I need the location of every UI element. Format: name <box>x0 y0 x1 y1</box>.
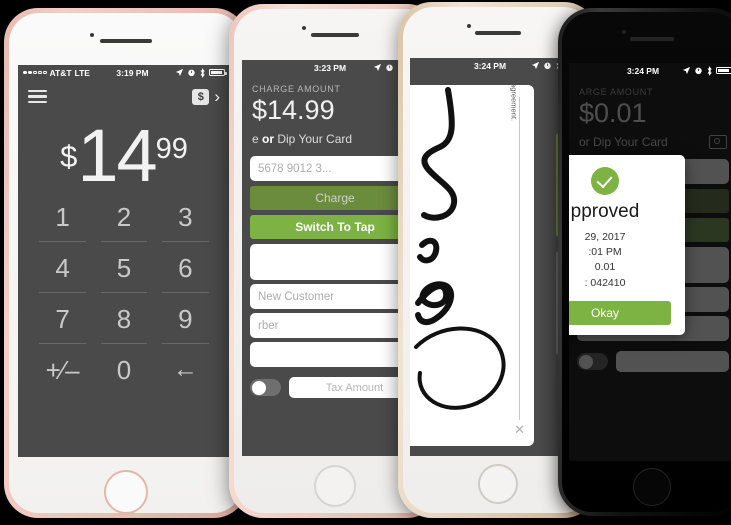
amount-integer: 14 <box>77 114 157 197</box>
phone-1-screen: AT&T LTE 3:19 PM $ › $ 14 99 1 2 3 4 5 6… <box>18 65 230 457</box>
key-5[interactable]: 5 <box>93 249 154 300</box>
amount-cents: 99 <box>155 133 188 165</box>
home-button[interactable] <box>633 468 671 506</box>
customer-input[interactable]: New Customer <box>250 284 420 309</box>
key-plus-minus[interactable]: +⁄– <box>32 351 93 402</box>
phone-4-approved: 3:24 PM ARGE AMOUNT $0.01 or Dip Your Ca… <box>558 8 731 516</box>
success-check-icon <box>591 167 619 195</box>
front-camera-icon <box>467 24 471 28</box>
earpiece-speaker <box>100 39 152 43</box>
clock-label: 3:23 PM <box>313 62 347 73</box>
card-number-input[interactable]: 5678 9012 3... <box>250 156 420 181</box>
currency-symbol: $ <box>60 139 78 174</box>
phone-4-screen: 3:24 PM ARGE AMOUNT $0.01 or Dip Your Ca… <box>569 63 731 461</box>
approved-modal: pproved 29, 2017 :01 PM 0.01 : 042410 Ok… <box>569 155 685 335</box>
earpiece-speaker <box>311 33 359 37</box>
battery-icon <box>716 66 731 75</box>
signature-stroke <box>414 87 506 410</box>
key-4[interactable]: 4 <box>32 249 93 300</box>
status-left: AT&T LTE <box>23 68 90 78</box>
signature-x-mark: ✕ <box>514 422 525 437</box>
swipe-instruction-text: e or Dip Your Card <box>252 132 352 146</box>
key-8[interactable]: 8 <box>93 300 154 351</box>
signature-line <box>519 97 520 420</box>
key-7[interactable]: 7 <box>32 300 93 351</box>
tax-toggle <box>577 353 608 370</box>
key-3[interactable]: 3 <box>155 198 216 249</box>
chevron-right-icon[interactable]: › <box>214 88 220 105</box>
front-camera-icon <box>302 26 306 30</box>
approved-title: pproved <box>570 201 640 222</box>
status-bar: 3:24 PM <box>569 63 731 78</box>
alarm-clock-icon <box>386 64 393 72</box>
alarm-clock-icon <box>544 62 551 70</box>
home-button[interactable] <box>478 464 518 504</box>
alarm-clock-icon <box>188 69 195 77</box>
notes-input[interactable] <box>250 244 420 280</box>
key-backspace-icon[interactable]: ← <box>155 351 216 402</box>
clock-label: 3:24 PM <box>626 65 660 76</box>
okay-button[interactable]: Okay <box>569 300 671 325</box>
key-6[interactable]: 6 <box>155 249 216 300</box>
signature-legal-text: Cardholder agrees to pay according to ca… <box>509 85 518 121</box>
charge-amount-value: $0.01 <box>579 98 647 128</box>
menu-icon[interactable] <box>28 89 47 104</box>
switch-to-tap-button[interactable]: Switch To Tap <box>250 215 420 239</box>
swipe-suffix: Dip Your Card <box>274 132 353 146</box>
app-top-nav: $ › <box>18 80 230 109</box>
swipe-instruction-row: or Dip Your Card <box>569 131 731 155</box>
swipe-prefix: e <box>252 132 263 146</box>
tax-row: Okay <box>569 345 731 378</box>
extra-input[interactable] <box>250 342 420 367</box>
location-arrow-icon <box>682 66 691 75</box>
bluetooth-icon <box>707 65 712 76</box>
clock-label: 3:19 PM <box>116 67 149 78</box>
home-button[interactable] <box>314 465 356 507</box>
status-right <box>682 65 731 76</box>
battery-icon <box>209 68 227 77</box>
location-arrow-icon <box>175 68 184 77</box>
signal-strength-icon <box>23 70 47 75</box>
carrier-label: AT&T <box>49 67 72 78</box>
key-9[interactable]: 9 <box>155 300 216 351</box>
numeric-keypad: 1 2 3 4 5 6 7 8 9 +⁄– 0 ← <box>18 198 230 402</box>
phone-1-keypad: AT&T LTE 3:19 PM $ › $ 14 99 1 2 3 4 5 6… <box>4 8 248 518</box>
key-2[interactable]: 2 <box>93 198 154 249</box>
home-button[interactable] <box>104 470 148 514</box>
swipe-instruction-text: or Dip Your Card <box>579 135 668 149</box>
alarm-clock-icon <box>695 67 702 75</box>
bluetooth-icon <box>200 67 205 78</box>
swipe-bold: or <box>262 132 275 146</box>
dollar-badge-icon[interactable]: $ <box>192 88 210 105</box>
number-input[interactable]: rber <box>250 313 420 338</box>
earpiece-speaker <box>475 31 521 35</box>
clock-label: 3:24 PM <box>473 60 507 71</box>
receipt-time: :01 PM <box>588 246 622 259</box>
location-arrow-icon <box>373 63 382 72</box>
location-arrow-icon <box>531 61 540 70</box>
charge-amount-label: ARGE AMOUNT <box>579 87 654 97</box>
tax-toggle[interactable] <box>250 379 281 396</box>
receipt-date: 29, 2017 <box>584 231 626 243</box>
screenshot-stage: AT&T LTE 3:19 PM $ › $ 14 99 1 2 3 4 5 6… <box>0 0 731 525</box>
front-camera-icon <box>622 30 626 34</box>
camera-icon <box>709 135 727 149</box>
status-bar: AT&T LTE 3:19 PM <box>18 65 230 80</box>
network-label: LTE <box>74 67 90 78</box>
receipt-auth-code: : 042410 <box>584 276 626 289</box>
receipt-amount: 0.01 <box>594 261 616 274</box>
charge-button[interactable]: Charge <box>250 186 420 210</box>
front-camera-icon <box>90 33 94 37</box>
key-1[interactable]: 1 <box>32 198 93 249</box>
tax-amount-input: Okay <box>616 351 729 372</box>
nav-right-group: $ › <box>192 88 220 105</box>
earpiece-speaker <box>630 37 674 41</box>
key-0[interactable]: 0 <box>93 351 154 402</box>
status-right <box>175 67 227 78</box>
signature-canvas[interactable]: Cardholder agrees to pay according to ca… <box>410 85 534 446</box>
amount-display: $ 14 99 <box>18 109 230 198</box>
